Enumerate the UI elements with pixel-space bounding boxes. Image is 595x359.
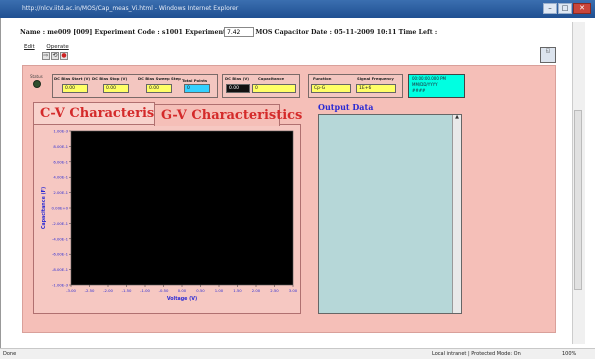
dc-bias-start-label: DC Bias Start (V) [54, 76, 91, 81]
output-data-title: Output Data [318, 102, 374, 112]
signal-frequency-input[interactable]: 1E+6 [356, 84, 396, 93]
signal-frequency-label: Signal Frequency [357, 76, 394, 81]
total-points-label: Total Points [182, 78, 208, 83]
status-led-label: Status [30, 74, 43, 79]
tab-cv-characteristics[interactable]: C-V Characteristics [33, 102, 180, 124]
vi-icon: ◱ [540, 47, 556, 63]
y-tick-label: -8.00E-1 [52, 267, 69, 272]
run-continuous-icon[interactable]: ⟲ [51, 52, 59, 60]
time-left-value: 7.42 [224, 27, 254, 37]
x-tick-label: -2.00 [103, 288, 113, 293]
window-title: http://nlcv.iitd.ac.in/MOS/Cap_meas_Vi.h… [22, 5, 239, 12]
y-tick-label: 1.00E-3 [53, 129, 68, 134]
menu-edit[interactable]: Edit [24, 44, 35, 50]
y-tick-label: 2.00E-1 [53, 190, 68, 195]
scroll-up-icon[interactable]: ▲ [453, 115, 461, 120]
x-tick-label: 2.00 [252, 288, 261, 293]
cv-chart: 1.00E-3 8.00E-1 6.00E-1 4.00E-1 2.00E-1 0.00E… [41, 129, 298, 303]
x-tick-label: 0.50 [196, 288, 205, 293]
y-tick-label: 4.00E-1 [53, 175, 68, 180]
x-tick-label: 1.50 [233, 288, 242, 293]
dc-bias-stop-input[interactable]: 0.00 [103, 84, 129, 93]
dc-bias-stop-label: DC Bias Stop (V) [92, 76, 128, 81]
capacitance-label: Capacitance [258, 76, 285, 81]
x-tick-label: 1.00 [215, 288, 224, 293]
y-axis-label: Capacitance (F) [41, 187, 47, 229]
dc-bias-readout: 0.00 [226, 84, 250, 93]
x-tick-label: 3.00 [289, 288, 298, 293]
x-tick-label: -2.50 [85, 288, 95, 293]
datetime-extra: #### [412, 88, 426, 93]
y-tick-label: -4.00E-1 [52, 236, 69, 241]
y-tick-label: -6.00E-1 [52, 252, 69, 257]
dc-bias-readout-label: DC Bias (V) [225, 76, 250, 81]
x-tick-label: 0.00 [178, 288, 187, 293]
close-button[interactable]: ✕ [573, 3, 591, 14]
x-tick-label: -3.00 [66, 288, 76, 293]
output-scrollbar[interactable]: ▲ [452, 115, 461, 313]
window-controls: – □ ✕ [543, 3, 591, 14]
tab-gv-characteristics[interactable]: G-V Characteristics [154, 104, 302, 126]
x-tick-label: -1.00 [140, 288, 150, 293]
function-label: Function [313, 76, 332, 81]
dc-bias-step-input[interactable]: 0.00 [146, 84, 172, 93]
dc-bias-start-input[interactable]: 0.00 [62, 84, 88, 93]
window-titlebar: http://nlcv.iitd.ac.in/MOS/Cap_meas_Vi.h… [0, 0, 595, 18]
datetime-display: 00:00:00.000 PM MM/DD/YYYY #### [408, 74, 465, 98]
x-tick-label: -0.50 [159, 288, 169, 293]
y-tick-label: 8.00E-1 [53, 144, 68, 149]
status-led-icon [33, 80, 41, 88]
capacitance-readout: 0 [252, 84, 296, 93]
menu-operate[interactable]: Operate [46, 44, 68, 50]
abort-icon[interactable]: ● [60, 52, 68, 60]
run-toolbar: ⇨ ⟲ ● [42, 52, 68, 60]
maximize-button[interactable]: □ [558, 3, 572, 14]
x-tick-label: 2.50 [270, 288, 279, 293]
output-data-textarea[interactable] [318, 114, 462, 314]
menu-bar: Edit Operate [24, 44, 79, 50]
plot-area [70, 130, 294, 286]
status-bar: Done Local intranet | Protected Mode: On… [0, 348, 595, 359]
y-tick-label: -1.00E-3 [52, 283, 69, 288]
x-axis-label: Voltage (V) [167, 296, 197, 302]
y-tick-label: -2.00E-1 [52, 221, 69, 226]
minimize-button[interactable]: – [543, 3, 557, 14]
y-tick-label: 0.00E+0 [52, 206, 69, 211]
function-select[interactable]: Cp-G [311, 84, 351, 93]
total-points-value: 0 [184, 84, 210, 93]
y-tick-label: 6.00E-1 [53, 159, 68, 164]
dc-bias-step-label: DC Bias Sweep Step [138, 76, 181, 81]
run-arrow-icon[interactable]: ⇨ [42, 52, 50, 60]
x-tick-label: -1.50 [122, 288, 132, 293]
page-scrollbar-thumb[interactable] [574, 110, 582, 290]
